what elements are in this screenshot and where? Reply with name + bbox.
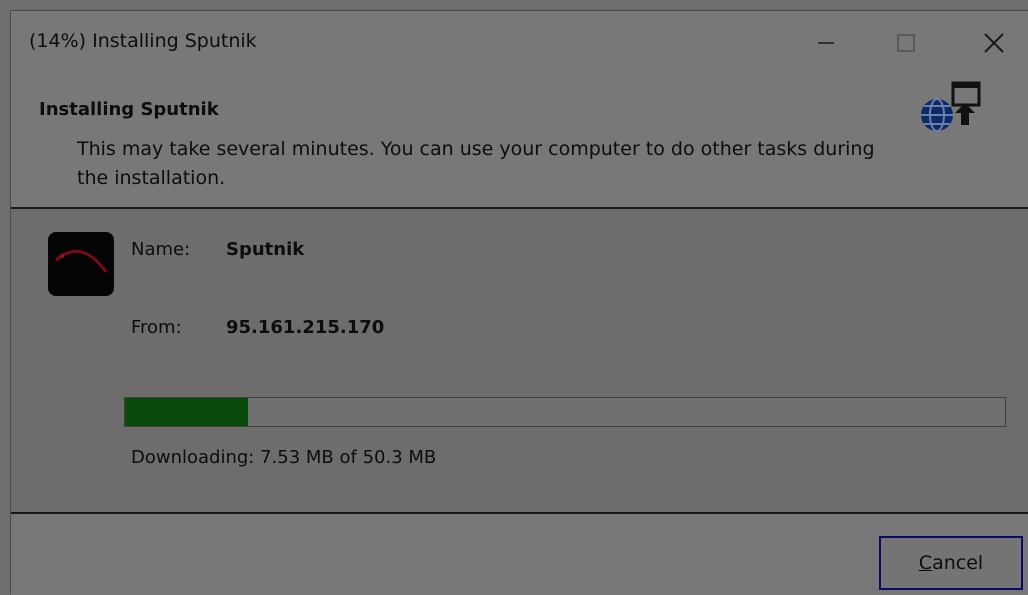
maximize-button[interactable] (871, 11, 941, 75)
cancel-accelerator: C (918, 552, 933, 574)
header-title: Installing Sputnik (39, 99, 219, 120)
download-status: Downloading: 7.53 MB of 50.3 MB (131, 447, 437, 468)
installer-window: (14%) Installing Sputnik Installing Sput… (10, 10, 1028, 595)
window-title: (14%) Installing Sputnik (29, 30, 257, 52)
name-label: Name: (131, 239, 191, 260)
installer-header: Installing Sputnik This may take several… (11, 75, 1028, 207)
from-label: From: (131, 317, 182, 338)
from-value: 95.161.215.170 (226, 317, 385, 338)
close-button[interactable] (959, 11, 1028, 75)
cancel-button[interactable]: Cancel (879, 536, 1023, 590)
title-bar[interactable]: (14%) Installing Sputnik (11, 11, 1028, 75)
progress-fill (125, 398, 249, 426)
close-icon (984, 33, 1004, 53)
sputnik-app-icon (48, 232, 114, 296)
header-description: This may take several minutes. You can u… (77, 138, 875, 189)
installer-details: Name: Sputnik From: 95.161.215.170 Downl… (11, 209, 1028, 512)
minimize-button[interactable] (791, 11, 861, 75)
installer-footer: Cancel (11, 514, 1028, 595)
maximize-icon (897, 34, 915, 52)
name-value: Sputnik (226, 239, 305, 260)
minimize-icon (818, 42, 834, 44)
download-progress-bar (124, 397, 1006, 427)
cancel-label: ancel (932, 552, 984, 574)
globe-install-icon (921, 81, 981, 132)
